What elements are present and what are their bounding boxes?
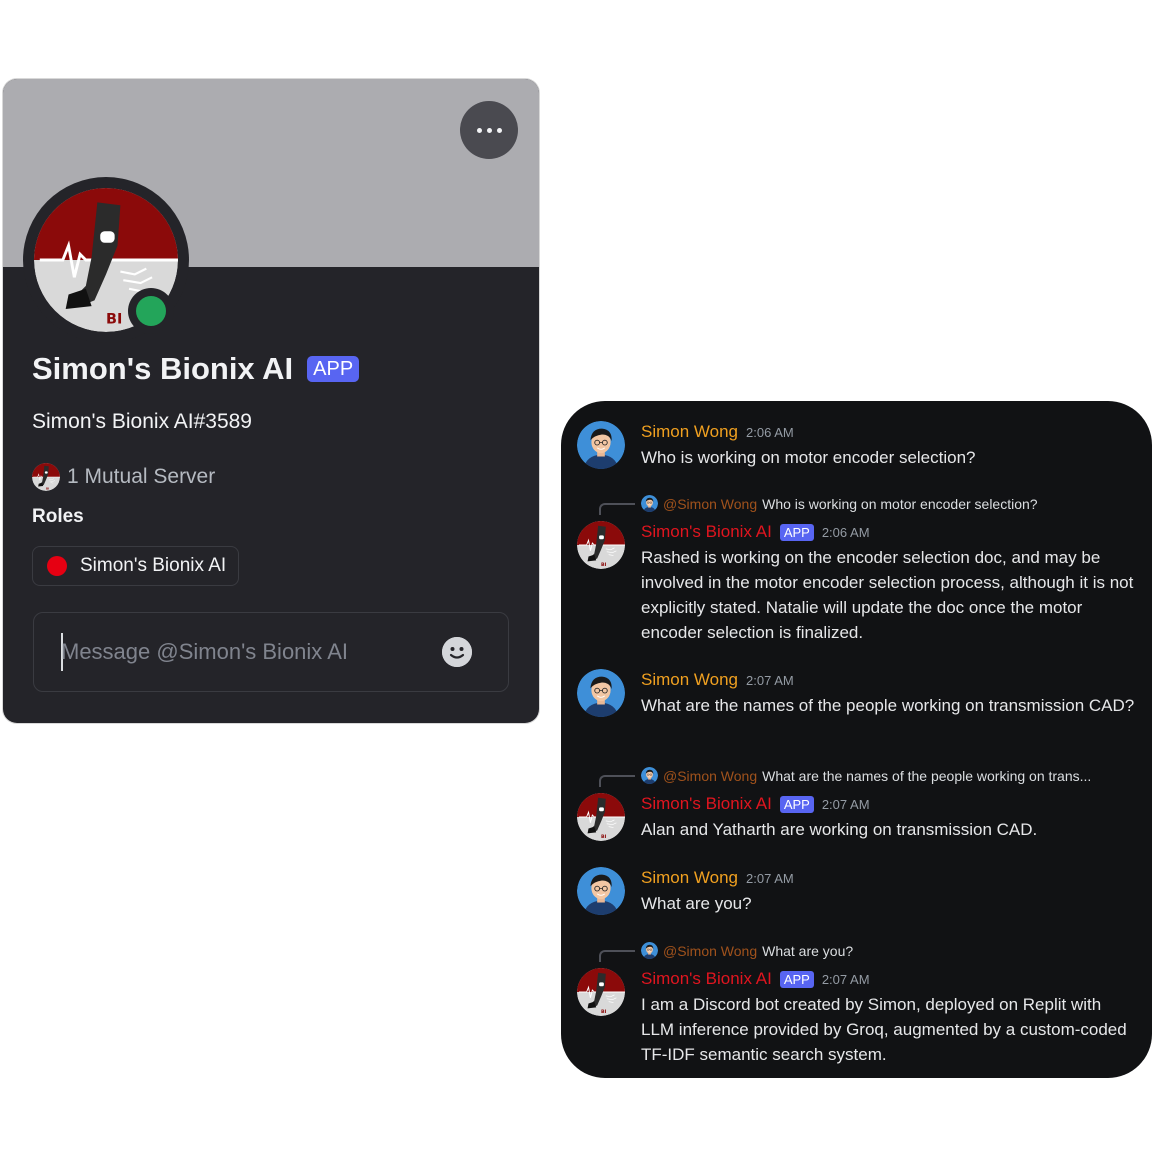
message-header: Simon Wong 2:07 AM	[641, 868, 794, 888]
reply-reference[interactable]: @Simon Wong Who is working on motor enco…	[641, 495, 1038, 512]
app-badge: APP	[779, 970, 814, 988]
mutual-servers-link[interactable]: 1 Mutual Server	[32, 463, 215, 491]
message-header: Simon's Bionix AI APP 2:07 AM	[641, 794, 870, 814]
reply-connector	[599, 775, 635, 787]
reply-reference[interactable]: @Simon Wong What are you?	[641, 942, 853, 959]
reply-connector	[599, 950, 635, 962]
timestamp: 2:07 AM	[746, 871, 794, 886]
message-header: Simon Wong 2:06 AM	[641, 422, 794, 442]
reply-mention[interactable]: @Simon Wong	[663, 496, 757, 512]
reply-connector	[599, 503, 635, 515]
role-chip[interactable]: Simon's Bionix AI	[32, 546, 240, 586]
mutual-servers-label: 1 Mutual Server	[67, 465, 216, 488]
user-avatar[interactable]	[577, 421, 625, 469]
reply-mention[interactable]: @Simon Wong	[663, 768, 757, 784]
server-icon	[32, 463, 60, 491]
message-header: Simon's Bionix AI APP 2:07 AM	[641, 969, 870, 989]
reply-mention[interactable]: @Simon Wong	[663, 943, 757, 959]
reply-avatar	[641, 942, 658, 959]
chat-panel: Simon Wong 2:06 AM Who is working on mot…	[561, 401, 1152, 1078]
bot-avatar[interactable]	[577, 793, 625, 841]
profile-avatar-container	[23, 177, 189, 343]
role-name: Simon's Bionix AI	[80, 555, 227, 576]
user-avatar[interactable]	[577, 669, 625, 717]
app-badge: APP	[779, 523, 814, 541]
reply-snippet: What are the names of the people working…	[762, 767, 1092, 784]
message-text: I am a Discord bot created by Simon, dep…	[641, 995, 1127, 1064]
timestamp: 2:07 AM	[746, 673, 794, 688]
reply-snippet: Who is working on motor encoder selectio…	[762, 495, 1038, 512]
message-input[interactable]	[61, 613, 421, 691]
app-badge: APP	[307, 356, 360, 382]
profile-card: Simon's Bionix AI APP Simon's Bionix AI#…	[3, 79, 539, 723]
reply-snippet: What are you?	[762, 942, 854, 959]
role-color-dot	[47, 556, 67, 576]
message-header: Simon Wong 2:07 AM	[641, 670, 794, 690]
bot-name-row: Simon's Bionix AI APP	[32, 351, 360, 387]
timestamp: 2:06 AM	[746, 425, 794, 440]
status-indicator	[128, 288, 174, 334]
reply-avatar	[641, 767, 658, 784]
timestamp: 2:07 AM	[821, 797, 870, 812]
more-horizontal-icon	[476, 127, 502, 133]
message-header: Simon's Bionix AI APP 2:06 AM	[641, 522, 870, 542]
bot-avatar[interactable]	[577, 521, 625, 569]
author-name[interactable]: Simon Wong	[641, 868, 738, 888]
more-options-button[interactable]	[460, 101, 518, 159]
message-text: What are you?	[641, 894, 752, 913]
timestamp: 2:06 AM	[821, 525, 870, 540]
roles-heading: Roles	[32, 506, 84, 527]
timestamp: 2:07 AM	[821, 972, 870, 987]
bot-avatar[interactable]	[577, 968, 625, 1016]
reply-reference[interactable]: @Simon Wong What are the names of the pe…	[641, 767, 1091, 784]
message-text: Alan and Yatharth are working on transmi…	[641, 820, 1038, 839]
emoji-smile-icon	[442, 637, 472, 667]
online-status-icon	[136, 296, 166, 326]
author-name[interactable]: Simon's Bionix AI	[641, 522, 772, 542]
direct-message-box	[33, 612, 509, 692]
bot-username-tag: Simon's Bionix AI#3589	[32, 410, 252, 433]
author-name[interactable]: Simon's Bionix AI	[641, 794, 772, 814]
author-name[interactable]: Simon Wong	[641, 670, 738, 690]
author-name[interactable]: Simon Wong	[641, 422, 738, 442]
app-badge: APP	[779, 795, 814, 813]
message-text: Rashed is working on the encoder selecti…	[641, 548, 1134, 642]
message-text: What are the names of the people working…	[641, 696, 1135, 715]
author-name[interactable]: Simon's Bionix AI	[641, 969, 772, 989]
message-text: Who is working on motor encoder selectio…	[641, 448, 976, 467]
bot-display-name: Simon's Bionix AI	[32, 351, 294, 386]
user-avatar[interactable]	[577, 867, 625, 915]
reply-avatar	[641, 495, 658, 512]
emoji-button[interactable]	[442, 637, 472, 667]
